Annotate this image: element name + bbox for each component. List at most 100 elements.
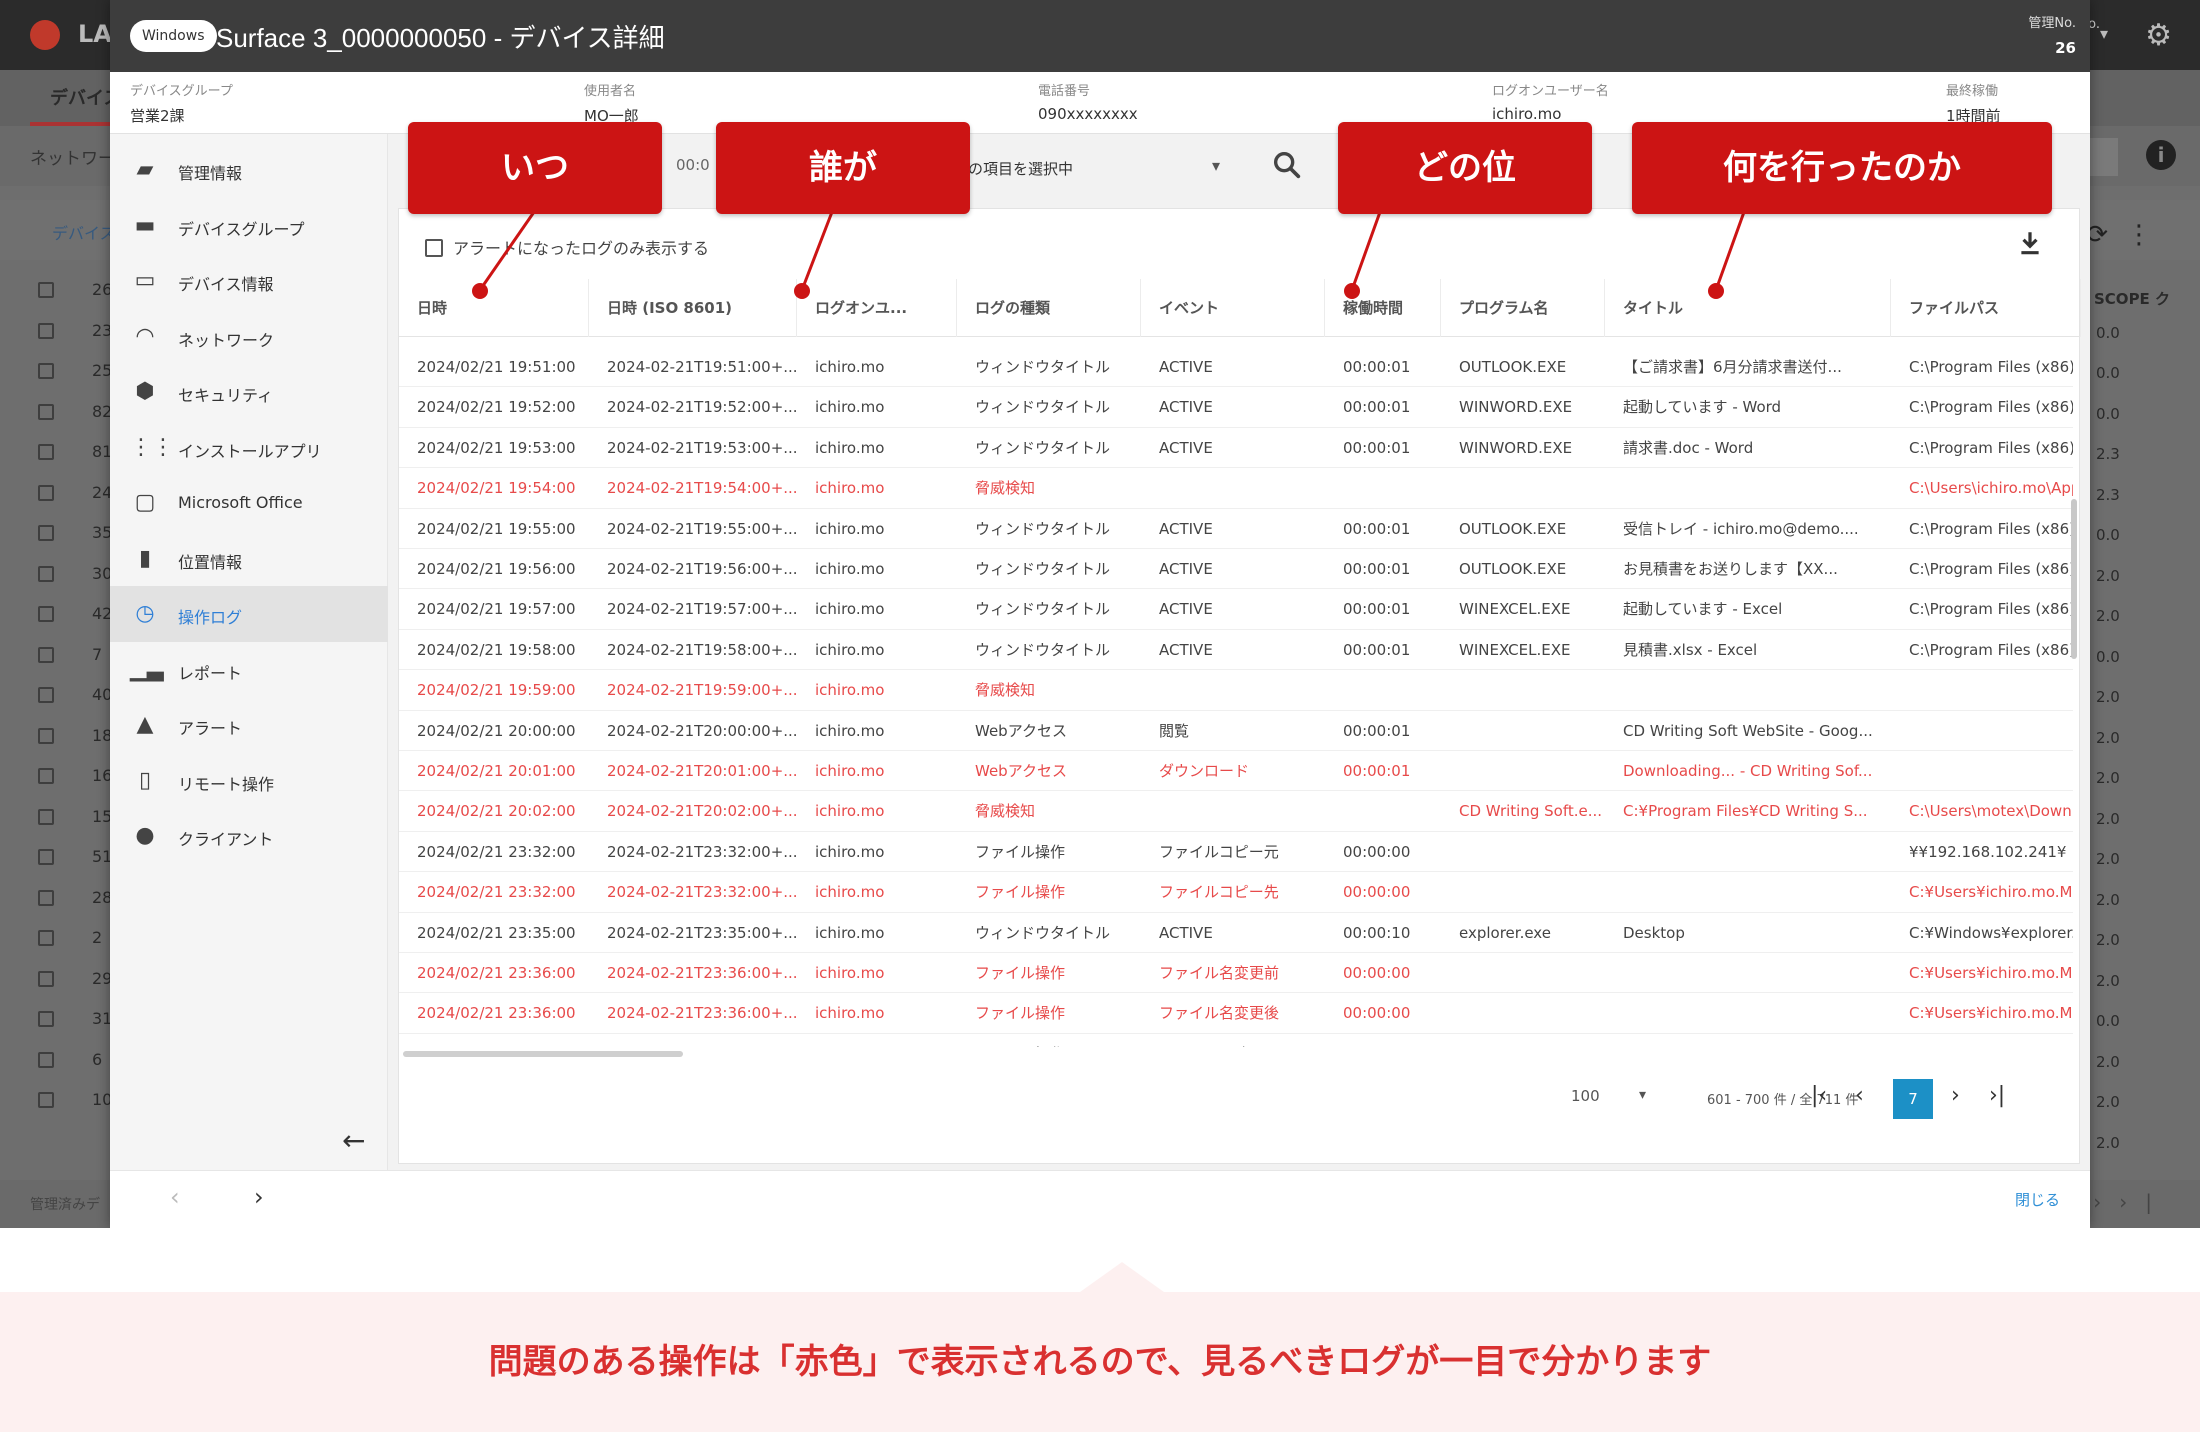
- background-table-row[interactable]: 81: [0, 432, 112, 473]
- vertical-scrollbar[interactable]: [2071, 499, 2077, 659]
- checkbox-icon[interactable]: [38, 282, 54, 298]
- current-page-button[interactable]: 7: [1893, 1079, 1933, 1119]
- column-header[interactable]: 日時 (ISO 8601): [589, 279, 797, 337]
- table-row-alert[interactable]: 2024/02/21 19:54:00 2024-02-21T19:54:00+.…: [399, 468, 2073, 509]
- sidebar-item[interactable]: ◷ 操作ログ: [110, 586, 388, 642]
- table-row[interactable]: 2024/02/21 23:35:00 2024-02-21T23:35:00+.…: [399, 913, 2073, 953]
- background-table-row[interactable]: 7: [0, 635, 112, 676]
- checkbox-icon[interactable]: [38, 322, 54, 339]
- sidebar-item[interactable]: ⬢ セキュリティ: [110, 364, 388, 420]
- first-page-icon[interactable]: |‹: [1811, 1083, 1827, 1108]
- background-table-row[interactable]: 29: [0, 959, 112, 1000]
- checkbox-icon[interactable]: [38, 444, 54, 460]
- background-next-icon[interactable]: ›: [2093, 1190, 2119, 1214]
- background-chevron-down-icon[interactable]: ▾: [2100, 24, 2108, 43]
- checkbox-icon[interactable]: [38, 727, 54, 744]
- download-icon[interactable]: [2017, 229, 2043, 257]
- background-table-row[interactable]: 31: [0, 999, 112, 1040]
- checkbox-icon[interactable]: [38, 849, 54, 865]
- sidebar-item[interactable]: ▯ リモート操作: [110, 753, 388, 809]
- rows-per-page-chevron-icon[interactable]: ▾: [1639, 1087, 1646, 1103]
- sidebar-item[interactable]: ▮ 位置情報: [110, 531, 388, 587]
- checkbox-icon[interactable]: [425, 239, 443, 257]
- background-table-row[interactable]: 2: [0, 918, 112, 959]
- background-table-row[interactable]: 15: [0, 797, 112, 838]
- background-table-row[interactable]: 16: [0, 756, 112, 797]
- table-row[interactable]: 2024/02/21 19:51:00 2024-02-21T19:51:00+.…: [399, 347, 2073, 388]
- background-table-row[interactable]: 18: [0, 716, 112, 757]
- column-header[interactable]: 日時: [399, 279, 589, 337]
- checkbox-icon[interactable]: [38, 808, 54, 825]
- last-page-icon[interactable]: ›|: [1989, 1083, 2005, 1108]
- table-row-alert[interactable]: 2024/02/21 23:36:00 2024-02-21T23:36:00+.…: [399, 953, 2073, 994]
- table-row[interactable]: 2024/02/21 20:00:00 2024-02-21T20:00:00+.…: [399, 711, 2073, 751]
- checkbox-icon[interactable]: [38, 403, 54, 420]
- background-table-row[interactable]: 6: [0, 1040, 112, 1081]
- table-row[interactable]: 2024/02/21 19:55:00 2024-02-21T19:55:00+.…: [399, 509, 2073, 549]
- checkbox-icon[interactable]: [38, 525, 54, 541]
- sidebar-item[interactable]: ⋮⋮ インストールアプリ: [110, 420, 388, 476]
- column-header[interactable]: ファイルパス: [1891, 279, 2081, 337]
- background-table-row[interactable]: 35: [0, 513, 112, 554]
- column-header[interactable]: プログラム名: [1441, 279, 1605, 337]
- checkbox-icon[interactable]: [38, 363, 54, 379]
- checkbox-icon[interactable]: [38, 565, 54, 582]
- checkbox-icon[interactable]: [38, 1051, 54, 1068]
- table-row-alert[interactable]: 2024/02/21 23:32:00 2024-02-21T23:32:00+.…: [399, 872, 2073, 913]
- sidebar-item[interactable]: ● クライアント: [110, 808, 388, 864]
- table-row[interactable]: 2024/02/21 23:32:00 2024-02-21T23:32:00+.…: [399, 832, 2073, 873]
- background-table-row[interactable]: 24: [0, 473, 112, 514]
- column-select[interactable]: の項目を選択中: [968, 158, 1073, 179]
- background-subbar-label[interactable]: デバイス: [52, 220, 116, 244]
- sidebar-item[interactable]: ▬ デバイスグループ: [110, 198, 388, 254]
- table-row[interactable]: 2024/02/21 19:52:00 2024-02-21T19:52:00+.…: [399, 387, 2073, 428]
- background-table-row[interactable]: 25: [0, 351, 112, 392]
- column-header[interactable]: ログオンユ...: [797, 279, 957, 337]
- chevron-down-icon[interactable]: ▾: [1212, 156, 1220, 175]
- gear-icon[interactable]: ⚙: [2145, 18, 2172, 53]
- background-last-icon[interactable]: ›|: [2119, 1190, 2170, 1214]
- column-header[interactable]: 稼働時間: [1325, 279, 1441, 337]
- checkbox-icon[interactable]: [38, 970, 54, 987]
- prev-page-icon[interactable]: ‹: [1855, 1083, 1864, 1108]
- checkbox-icon[interactable]: [38, 1011, 54, 1027]
- checkbox-icon[interactable]: [38, 1092, 54, 1108]
- column-header[interactable]: ログの種類: [957, 279, 1141, 337]
- checkbox-icon[interactable]: [38, 646, 54, 663]
- background-table-row[interactable]: 30: [0, 554, 112, 595]
- background-table-row[interactable]: 42: [0, 594, 112, 635]
- sidebar-item[interactable]: ◠ ネットワーク: [110, 309, 388, 365]
- next-page-icon[interactable]: ›: [1951, 1083, 1960, 1108]
- background-table-row[interactable]: 82: [0, 392, 112, 433]
- sidebar-item[interactable]: ▰ 管理情報: [110, 142, 388, 198]
- table-row-alert[interactable]: 2024/02/21 23:36:00 2024-02-21T23:36:00+.…: [399, 993, 2073, 1034]
- background-table-row[interactable]: 40: [0, 675, 112, 716]
- prev-device-icon[interactable]: ‹: [170, 1183, 180, 1211]
- alert-only-checkbox[interactable]: アラートになったログのみ表示する: [425, 235, 709, 259]
- checkbox-icon[interactable]: [38, 930, 54, 946]
- refresh-icon[interactable]: ⟳: [2086, 220, 2126, 250]
- more-vert-icon[interactable]: ⋮: [2126, 220, 2170, 250]
- background-table-row[interactable]: 51: [0, 837, 112, 878]
- table-row-alert[interactable]: 2024/02/21 20:01:00 2024-02-21T20:01:00+.…: [399, 751, 2073, 792]
- checkbox-icon[interactable]: [38, 889, 54, 906]
- sidebar-item[interactable]: ▲ アラート: [110, 697, 388, 753]
- table-row[interactable]: 2024/02/21 19:57:00 2024-02-21T19:57:00+.…: [399, 589, 2073, 630]
- arrow-left-icon[interactable]: ←: [342, 1124, 365, 1157]
- table-row[interactable]: 2024/02/21 23:37:002024-02-21T23:37:00+.…: [399, 1034, 2073, 1047]
- next-device-icon[interactable]: ›: [254, 1183, 264, 1211]
- close-button[interactable]: 閉じる: [2015, 1189, 2060, 1210]
- column-header[interactable]: タイトル: [1605, 279, 1891, 337]
- background-table-row[interactable]: 26: [0, 270, 112, 311]
- rows-per-page-select[interactable]: 100: [1571, 1087, 1600, 1105]
- table-row[interactable]: 2024/02/21 19:56:00 2024-02-21T19:56:00+.…: [399, 549, 2073, 590]
- table-row-alert[interactable]: 2024/02/21 20:02:00 2024-02-21T20:02:00+.…: [399, 791, 2073, 832]
- background-table-row[interactable]: 28: [0, 878, 112, 919]
- background-table-row[interactable]: 23: [0, 311, 112, 352]
- horizontal-scrollbar[interactable]: [403, 1051, 683, 1057]
- sidebar-item[interactable]: ▢ Microsoft Office: [110, 475, 388, 531]
- sidebar-item[interactable]: ▁▃ レポート: [110, 642, 388, 698]
- column-header[interactable]: イベント: [1141, 279, 1325, 337]
- checkbox-icon[interactable]: [38, 687, 54, 703]
- table-row[interactable]: 2024/02/21 19:58:00 2024-02-21T19:58:00+.…: [399, 630, 2073, 671]
